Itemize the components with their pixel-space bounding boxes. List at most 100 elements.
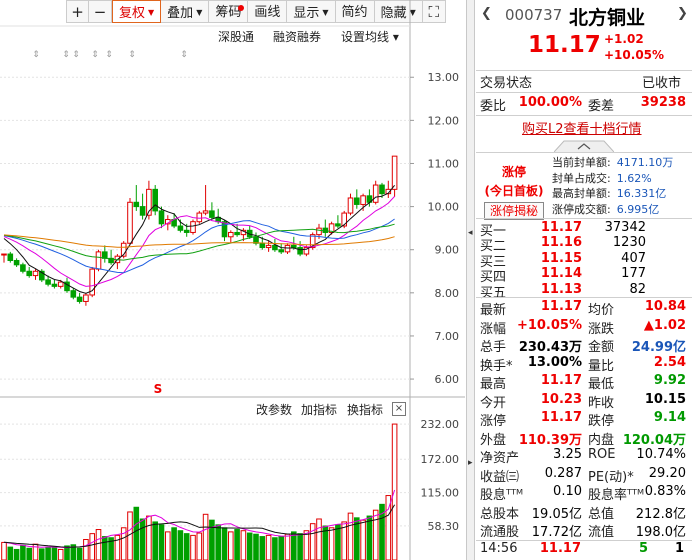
orderbook-price: 11.15 xyxy=(540,250,582,266)
volume-bar xyxy=(57,548,64,560)
stats-row: 流通股 17.72亿 流值 198.0亿 xyxy=(476,521,692,541)
buy-l2-link[interactable]: 购买L2查看十档行情 xyxy=(522,118,642,137)
orderbook-volume: 177 xyxy=(621,266,646,282)
event-marker-icon: ⇕ xyxy=(72,50,80,60)
orderbook-row[interactable]: 买二 11.16 1230 xyxy=(476,235,692,254)
trade-price: 11.17 xyxy=(539,541,581,556)
trade-status-label: 交易状态 xyxy=(480,76,533,91)
orderbook-row[interactable]: 买四 11.14 177 xyxy=(476,266,692,285)
candle-body xyxy=(51,283,58,287)
stat-label: 最低 xyxy=(588,377,615,392)
stat-label: 均价 xyxy=(588,303,615,318)
candle-body xyxy=(391,155,398,190)
candle-body xyxy=(70,290,77,298)
orderbook-price: 11.13 xyxy=(540,281,582,297)
stat-value: 198.0亿 xyxy=(635,525,686,540)
stats-row: 涨停 11.17 跌停 9.14 xyxy=(476,410,692,430)
candle-body xyxy=(297,247,303,255)
quote-panel: ❮ 000737 北方铜业 ❯ 11.17 +1.02 +10.05% 交易状态… xyxy=(476,0,692,560)
volume-bar xyxy=(246,532,253,560)
stat-value: 10.74% xyxy=(636,447,686,462)
volume-bar xyxy=(259,536,266,560)
panel-splitter[interactable]: ◂ ▸ xyxy=(466,0,475,560)
volume-bar xyxy=(152,521,158,560)
candle-body xyxy=(202,210,209,214)
weibi-label: 委比 xyxy=(480,99,507,114)
stat-label: 最高 xyxy=(480,377,507,392)
volume-bar xyxy=(127,511,133,560)
candle-body xyxy=(272,244,278,251)
volume-bar xyxy=(76,547,83,560)
candle-body xyxy=(265,244,272,249)
volume-bar xyxy=(13,548,20,560)
candle-body xyxy=(354,197,360,205)
event-marker-icon: ⇕ xyxy=(128,50,136,60)
seal-value: 16.331亿 xyxy=(616,187,667,200)
volume-bar xyxy=(177,530,184,560)
volume-bar xyxy=(291,531,297,560)
trade-status-row: 交易状态 已收市 xyxy=(476,72,692,92)
candle-body xyxy=(95,251,102,270)
volume-tick-label: 172.00 xyxy=(421,453,460,466)
expand-arrow-icon[interactable]: ◂ xyxy=(468,228,473,238)
volume-bar xyxy=(89,533,96,560)
stats-row: 外盘 110.39万 内盘 120.04万 xyxy=(476,429,692,449)
orderbook-row[interactable]: 买三 11.15 407 xyxy=(476,250,692,270)
stat-value: 29.20 xyxy=(648,465,686,481)
price-change-block: +1.02 +10.05% xyxy=(604,31,664,63)
volume-bar xyxy=(51,546,58,560)
volume-bar xyxy=(360,519,366,560)
volume-bar xyxy=(372,509,379,560)
volume-bar xyxy=(328,527,335,560)
orderbook-row[interactable]: 买一 11.17 37342 xyxy=(476,220,692,239)
candle-body xyxy=(335,223,341,227)
orderbook-row[interactable]: 买五 11.13 82 xyxy=(476,281,692,301)
price-tick-label: 8.00 xyxy=(435,287,460,300)
price-tick-label: 11.00 xyxy=(428,157,460,170)
stat-label: 总股本 xyxy=(480,506,520,522)
candle-body xyxy=(278,249,284,253)
stat-value: 9.92 xyxy=(653,373,686,388)
stat-label: 跌停 xyxy=(588,414,615,429)
candle-body xyxy=(1,253,7,256)
volume-bar xyxy=(7,546,14,560)
stat-label: 涨停 xyxy=(480,414,507,429)
add-indicator-button[interactable]: 加指标 xyxy=(301,401,337,418)
price-tick-label: 9.00 xyxy=(435,244,460,257)
candle-body xyxy=(372,184,379,203)
close-indicator-icon[interactable]: × xyxy=(392,402,406,416)
candle-body xyxy=(316,227,322,236)
collapse-arrow-icon[interactable]: ▸ xyxy=(468,458,473,468)
stat-value: 0.83% xyxy=(644,484,686,499)
stat-label: ROE xyxy=(588,447,616,462)
weibi-value: 100.00% xyxy=(518,95,582,110)
prev-stock-icon[interactable]: ❮ xyxy=(481,6,492,21)
switch-indicator-button[interactable]: 换指标 xyxy=(347,401,383,418)
edit-params-button[interactable]: 改参数 xyxy=(256,401,292,418)
trade-time: 14:56 xyxy=(480,541,518,556)
stat-value: 120.04万 xyxy=(622,432,686,448)
stat-label: 收益㈢ xyxy=(480,469,520,485)
candle-body xyxy=(234,231,240,236)
volume-bar xyxy=(297,533,303,560)
stat-label: 金额 xyxy=(588,340,615,355)
candle-body xyxy=(379,184,385,195)
kline-chart[interactable]: 13.00 12.00 11.00 10.00 9.00 8.00 7.00 6.00 232.… xyxy=(0,0,465,560)
stat-label: 换手* xyxy=(480,358,513,374)
collapse-tab-icon[interactable] xyxy=(554,139,614,152)
stats-row: 收益㈢ 0.287 PE(动)* 29.20 xyxy=(476,466,692,486)
next-stock-icon[interactable]: ❯ xyxy=(677,6,688,21)
kline-chart-area[interactable]: 13.00 12.00 11.00 10.00 9.00 8.00 7.00 6.00 232.… xyxy=(0,0,465,560)
stat-value: 10.15 xyxy=(644,391,686,407)
volume-bar xyxy=(202,513,209,560)
stat-label: 股息率ᵀᵀᴹ xyxy=(588,488,645,503)
stat-value: +10.05% xyxy=(516,317,582,333)
volume-bar xyxy=(183,533,190,560)
candle-body xyxy=(57,281,64,287)
stats-row: 最新 11.17 均价 10.84 xyxy=(476,299,692,319)
stat-label: 涨幅 xyxy=(480,321,507,337)
stats-row: 最高 11.17 最低 9.92 xyxy=(476,373,692,393)
stat-label: 总手 xyxy=(480,340,507,355)
signal-s-marker: S xyxy=(154,382,163,396)
ma-line-ma20 xyxy=(3,218,395,274)
